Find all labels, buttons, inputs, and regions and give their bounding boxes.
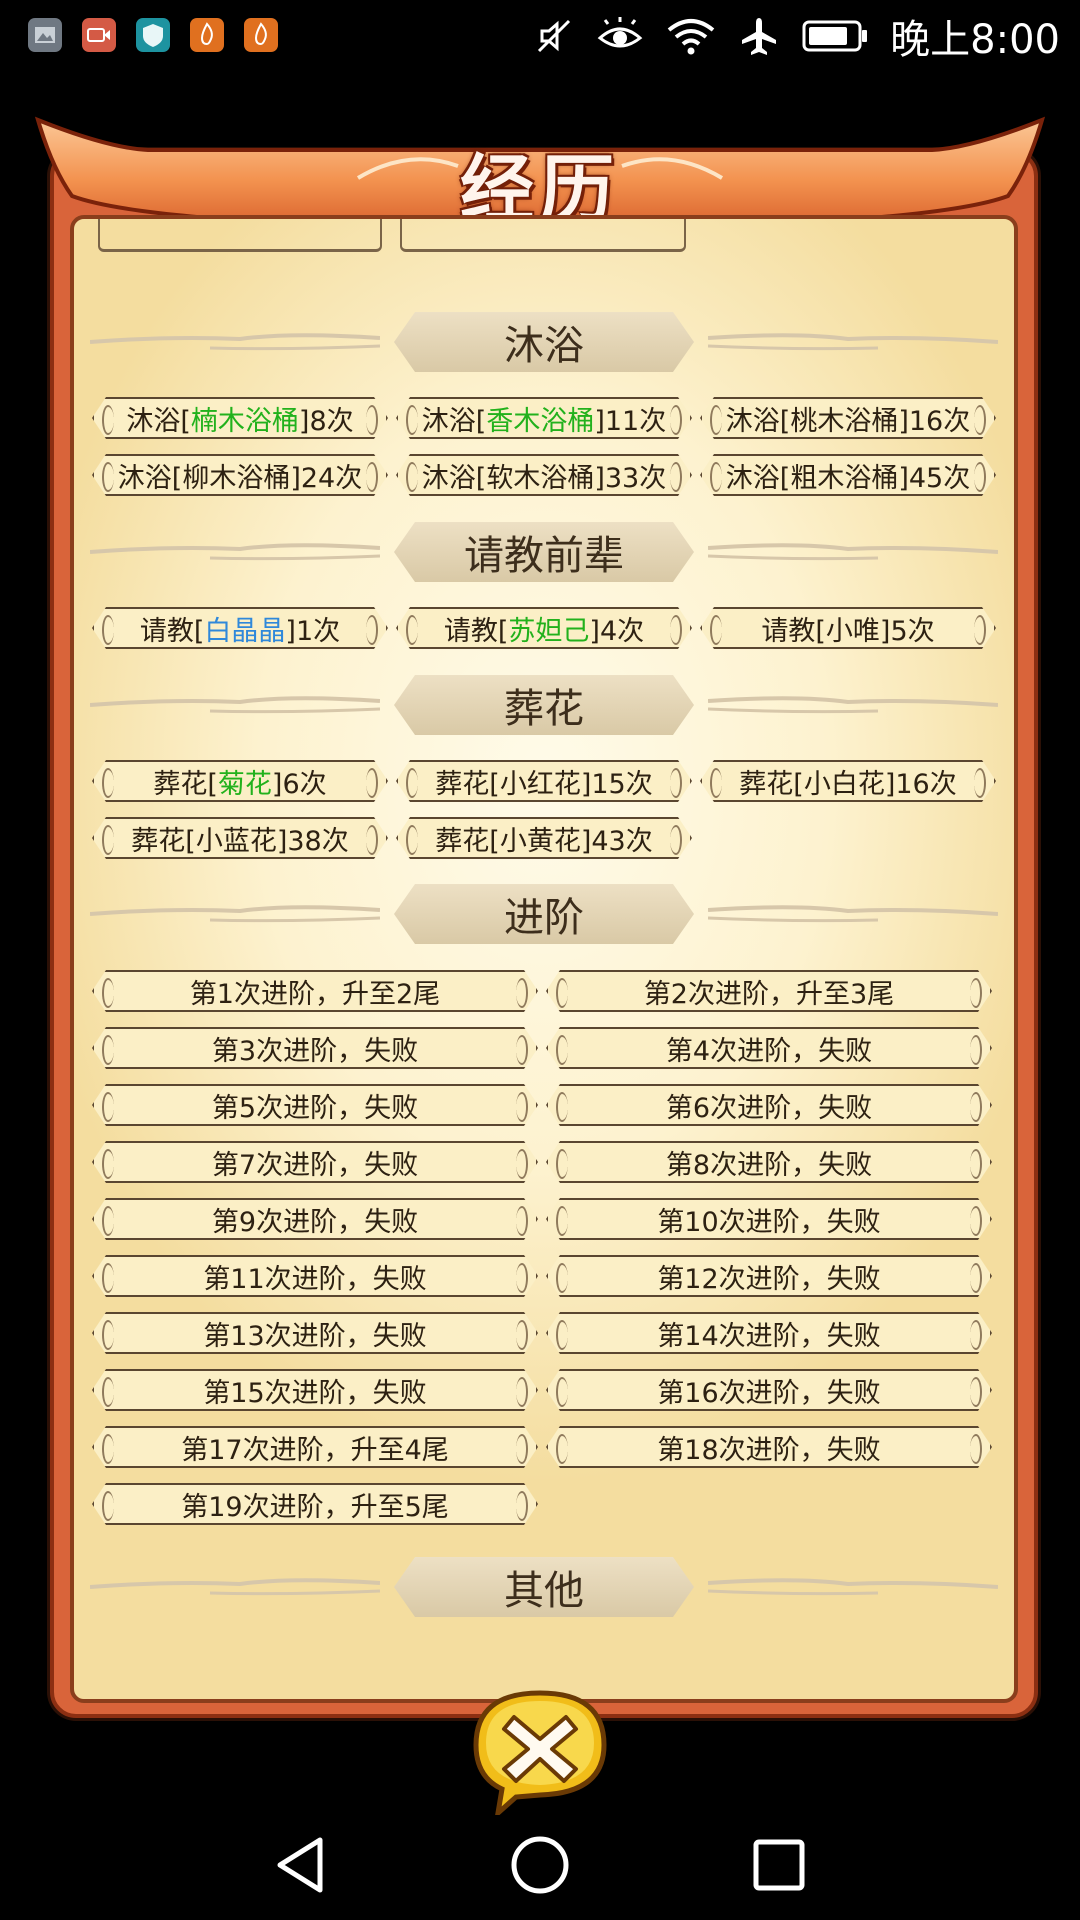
advance-chip-2: 第2次进阶，升至3尾 (546, 970, 992, 1012)
advance-chip-5: 第5次进阶，失败 (92, 1084, 538, 1126)
fire-app-icon-2 (244, 18, 278, 52)
advance-chip-6: 第6次进阶，失败 (546, 1084, 992, 1126)
section-title-advance: 进阶 (394, 884, 694, 944)
section-title-consult: 请教前辈 (394, 522, 694, 582)
close-button[interactable] (468, 1685, 612, 1815)
content-panel[interactable]: 沐浴 沐浴[楠木浴桶]8次 沐浴[香木浴桶]11次 沐浴[桃木浴桶]16次 沐浴… (70, 215, 1018, 1703)
shield-app-icon (136, 18, 170, 52)
section-header-other: 其他 (74, 1557, 1014, 1617)
status-bar: 晚上8:00 (0, 0, 1080, 72)
ornament-left (90, 905, 380, 923)
advance-chip-15: 第15次进阶，失败 (92, 1369, 538, 1411)
bath-chip-1: 沐浴[楠木浴桶]8次 (92, 397, 388, 439)
advance-chip-19: 第19次进阶，升至5尾 (92, 1483, 538, 1525)
mute-icon (538, 19, 571, 53)
bath-chip-5: 沐浴[软木浴桶]33次 (396, 454, 692, 496)
ornament-right (708, 696, 998, 714)
flowers-chip-3: 葬花[小白花]16次 (700, 760, 996, 802)
bath-chip-4: 沐浴[柳木浴桶]24次 (92, 454, 388, 496)
section-header-consult: 请教前辈 (74, 522, 1014, 582)
advance-chip-11: 第11次进阶，失败 (92, 1255, 538, 1297)
ornament-left (90, 1578, 380, 1596)
section-header-bath: 沐浴 (74, 312, 1014, 372)
ornament-right (708, 333, 998, 351)
flowers-chip-1: 葬花[菊花]6次 (92, 760, 388, 802)
fire-app-icon (190, 18, 224, 52)
consult-chip-3: 请教[小唯]5次 (700, 607, 996, 649)
home-icon[interactable] (505, 1830, 575, 1900)
flowers-chip-4: 葬花[小蓝花]38次 (92, 817, 388, 859)
section-title-other: 其他 (394, 1557, 694, 1617)
advance-chip-14: 第14次进阶，失败 (546, 1312, 992, 1354)
advance-chip-13: 第13次进阶，失败 (92, 1312, 538, 1354)
ornament-left (90, 333, 380, 351)
section-title-flowers: 葬花 (394, 675, 694, 735)
flowers-chip-5: 葬花[小黄花]43次 (396, 817, 692, 859)
partial-item-left (98, 219, 382, 252)
ornament-left (90, 696, 380, 714)
ornament-left (90, 543, 380, 561)
advance-chip-9: 第9次进阶，失败 (92, 1198, 538, 1240)
section-title-bath: 沐浴 (394, 312, 694, 372)
advance-chip-18: 第18次进阶，失败 (546, 1426, 992, 1468)
ornament-right (708, 543, 998, 561)
advance-chip-3: 第3次进阶，失败 (92, 1027, 538, 1069)
advance-chip-1: 第1次进阶，升至2尾 (92, 970, 538, 1012)
partial-item-center (400, 219, 686, 252)
scroll-content[interactable]: 沐浴 沐浴[楠木浴桶]8次 沐浴[香木浴桶]11次 沐浴[桃木浴桶]16次 沐浴… (74, 219, 1014, 1699)
ornament-right (708, 905, 998, 923)
advance-chip-17: 第17次进阶，升至4尾 (92, 1426, 538, 1468)
flowers-chip-2: 葬花[小红花]15次 (396, 760, 692, 802)
advance-chip-12: 第12次进阶，失败 (546, 1255, 992, 1297)
advance-chip-4: 第4次进阶，失败 (546, 1027, 992, 1069)
clock-time: 晚上8:00 (890, 17, 1060, 63)
advance-chip-10: 第10次进阶，失败 (546, 1198, 992, 1240)
bath-chip-6: 沐浴[粗木浴桶]45次 (700, 454, 996, 496)
consult-chip-2: 请教[苏妲己]4次 (396, 607, 692, 649)
navigation-bar (0, 1800, 1080, 1920)
advance-chip-16: 第16次进阶，失败 (546, 1369, 992, 1411)
back-icon[interactable] (266, 1830, 336, 1900)
recents-icon[interactable] (744, 1830, 814, 1900)
bath-chip-3: 沐浴[桃木浴桶]16次 (700, 397, 996, 439)
battery-icon (802, 20, 868, 52)
wifi-icon (667, 19, 715, 55)
advance-chip-7: 第7次进阶，失败 (92, 1141, 538, 1183)
section-header-flowers: 葬花 (74, 675, 1014, 735)
bath-chip-2: 沐浴[香木浴桶]11次 (396, 397, 692, 439)
section-header-advance: 进阶 (74, 884, 1014, 944)
ornament-right (708, 1578, 998, 1596)
eye-icon (597, 17, 643, 48)
video-app-icon (82, 18, 116, 52)
gallery-app-icon (28, 18, 62, 52)
advance-chip-8: 第8次进阶，失败 (546, 1141, 992, 1183)
airplane-icon (742, 18, 777, 55)
consult-chip-1: 请教[白晶晶]1次 (92, 607, 388, 649)
